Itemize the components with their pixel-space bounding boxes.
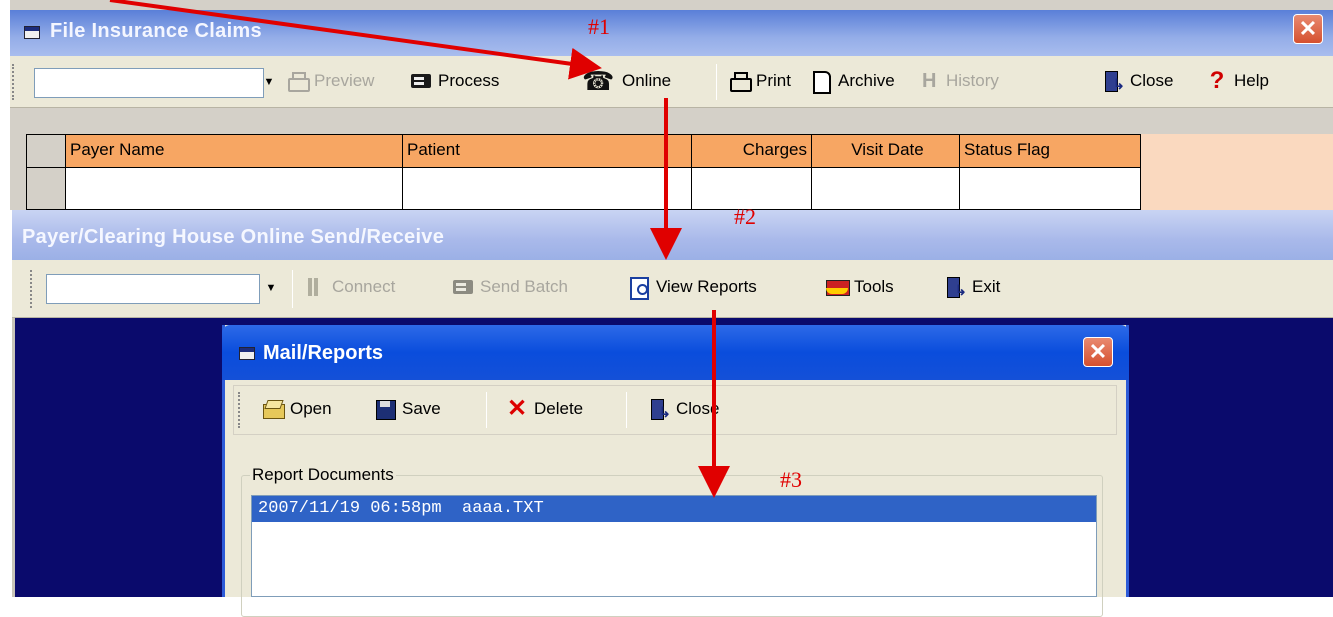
annotation-overlay [109, 0, 730, 498]
annotation-label-3: #3 [780, 467, 802, 492]
annotation-arrow-1 [109, 0, 602, 80]
annotation-label-1: #1 [588, 14, 610, 39]
annotation-label-2: #2 [734, 204, 756, 229]
